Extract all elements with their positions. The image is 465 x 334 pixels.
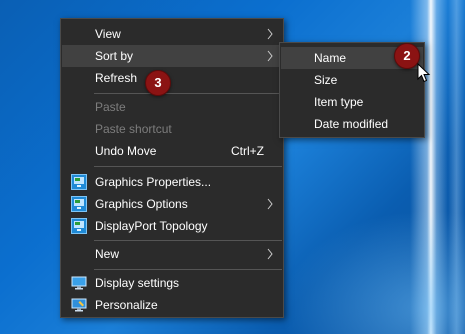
- menu-item-label: Sort by: [95, 49, 134, 63]
- menu-item-label: Refresh: [95, 71, 138, 85]
- chevron-right-icon: [267, 198, 273, 210]
- chevron-right-icon: [267, 28, 273, 40]
- step-badge-3: 3: [145, 70, 171, 96]
- chevron-right-icon: [267, 248, 273, 260]
- menu-item-new[interactable]: New: [62, 243, 282, 265]
- menu-item-shortcut: Ctrl+Z: [231, 144, 264, 158]
- menu-separator: [94, 269, 282, 270]
- desktop-glow: [280, 210, 465, 334]
- submenu-item-size[interactable]: Size: [281, 69, 423, 91]
- submenu-item-item-type[interactable]: Item type: [281, 91, 423, 113]
- intel-graphics-icon: [71, 174, 87, 190]
- menu-item-view[interactable]: View: [62, 23, 282, 45]
- menu-item-sort-by[interactable]: Sort by: [62, 45, 282, 67]
- menu-item-personalize[interactable]: Personalize: [62, 294, 282, 316]
- menu-item-label: Paste shortcut: [95, 122, 172, 136]
- menu-item-undo-move[interactable]: Undo Move Ctrl+Z: [62, 140, 282, 162]
- menu-item-label: New: [95, 247, 120, 261]
- menu-separator: [94, 93, 282, 94]
- menu-item-displayport-topology[interactable]: DisplayPort Topology: [62, 215, 282, 237]
- menu-item-label: Item type: [314, 95, 364, 109]
- menu-item-label: Size: [314, 73, 338, 87]
- menu-item-refresh[interactable]: Refresh: [62, 67, 282, 89]
- menu-item-label: Graphics Properties...: [95, 175, 212, 189]
- submenu-item-date-modified[interactable]: Date modified: [281, 113, 423, 135]
- menu-separator: [94, 240, 282, 241]
- desktop-context-menu: View Sort by Refresh Paste Paste shortcu…: [60, 18, 284, 318]
- chevron-right-icon: [267, 50, 273, 62]
- menu-separator: [94, 166, 282, 167]
- mouse-pointer-icon: [417, 63, 431, 83]
- menu-item-paste-shortcut[interactable]: Paste shortcut: [62, 118, 282, 140]
- menu-item-paste[interactable]: Paste: [62, 96, 282, 118]
- menu-item-label: Date modified: [314, 117, 389, 131]
- menu-item-graphics-options[interactable]: Graphics Options: [62, 193, 282, 215]
- menu-item-label: View: [95, 27, 121, 41]
- intel-graphics-icon: [71, 218, 87, 234]
- menu-item-label: Display settings: [95, 276, 180, 290]
- menu-item-label: Personalize: [95, 298, 158, 312]
- intel-graphics-icon: [71, 196, 87, 212]
- menu-item-label: Paste: [95, 100, 126, 114]
- display-icon: [71, 276, 87, 290]
- menu-item-label: DisplayPort Topology: [95, 219, 208, 233]
- menu-item-label: Undo Move: [95, 144, 157, 158]
- menu-item-label: Graphics Options: [95, 197, 188, 211]
- menu-item-display-settings[interactable]: Display settings: [62, 272, 282, 294]
- menu-item-graphics-properties[interactable]: Graphics Properties...: [62, 171, 282, 193]
- menu-item-label: Name: [314, 51, 347, 65]
- personalize-icon: [71, 298, 87, 312]
